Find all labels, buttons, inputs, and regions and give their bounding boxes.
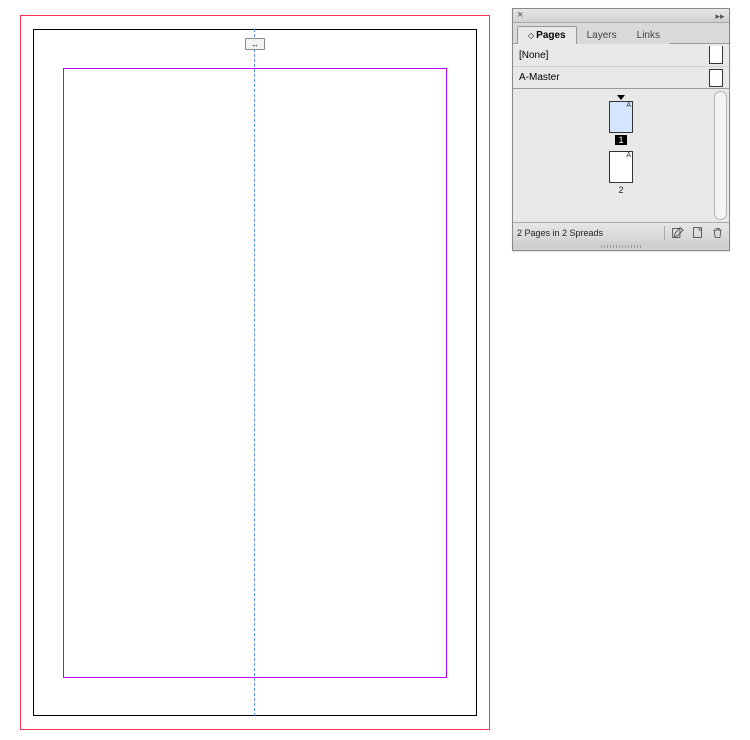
- page-thumb[interactable]: A: [609, 101, 633, 133]
- master-letter: A: [626, 102, 631, 109]
- master-label: [None]: [519, 50, 548, 61]
- current-spread-arrow-icon: [617, 95, 625, 100]
- margin-box: [63, 68, 447, 678]
- edit-page-size-button[interactable]: [669, 226, 685, 240]
- master-letter: A: [626, 152, 631, 159]
- separator: [664, 226, 665, 240]
- status-text: 2 Pages in 2 Spreads: [517, 228, 660, 238]
- close-icon[interactable]: ×: [517, 11, 526, 20]
- panel-resize-grip[interactable]: [513, 242, 729, 250]
- delete-page-button[interactable]: [709, 226, 725, 240]
- tab-pages[interactable]: ◇Pages: [517, 26, 577, 44]
- master-item-none[interactable]: [None]: [513, 44, 729, 66]
- new-page-button[interactable]: [689, 226, 705, 240]
- masters-list: [None] A-Master: [513, 43, 729, 89]
- text-split-icon[interactable]: [245, 38, 265, 50]
- page-thumb[interactable]: A: [609, 151, 633, 183]
- vertical-guide[interactable]: [254, 29, 255, 716]
- spread-1[interactable]: A 1: [609, 95, 633, 145]
- tab-label: Pages: [536, 30, 565, 41]
- tab-layers[interactable]: Layers: [577, 27, 627, 44]
- page-number: 2: [615, 185, 626, 195]
- master-thumb-icon: [709, 46, 723, 64]
- tab-links[interactable]: Links: [627, 27, 670, 44]
- master-item-amaster[interactable]: A-Master: [513, 66, 729, 88]
- tab-label: Layers: [587, 30, 617, 41]
- tab-label: Links: [637, 30, 660, 41]
- scrollbar[interactable]: [714, 91, 727, 220]
- master-label: A-Master: [519, 72, 560, 83]
- panel-tabs: ◇Pages Layers Links: [513, 23, 729, 43]
- panel-footer: 2 Pages in 2 Spreads: [513, 222, 729, 242]
- document-canvas[interactable]: [20, 15, 490, 730]
- spread-2[interactable]: A 2: [609, 151, 633, 195]
- master-thumb-icon: [709, 69, 723, 87]
- panel-titlebar[interactable]: × ▸▸: [513, 9, 729, 23]
- collapse-icon[interactable]: ▸▸: [715, 11, 725, 21]
- sort-icon: ◇: [528, 31, 534, 40]
- pages-list: A 1 A 2: [513, 89, 729, 222]
- page-number: 1: [615, 135, 626, 145]
- pages-panel: × ▸▸ ◇Pages Layers Links [None] A-Master: [512, 8, 730, 251]
